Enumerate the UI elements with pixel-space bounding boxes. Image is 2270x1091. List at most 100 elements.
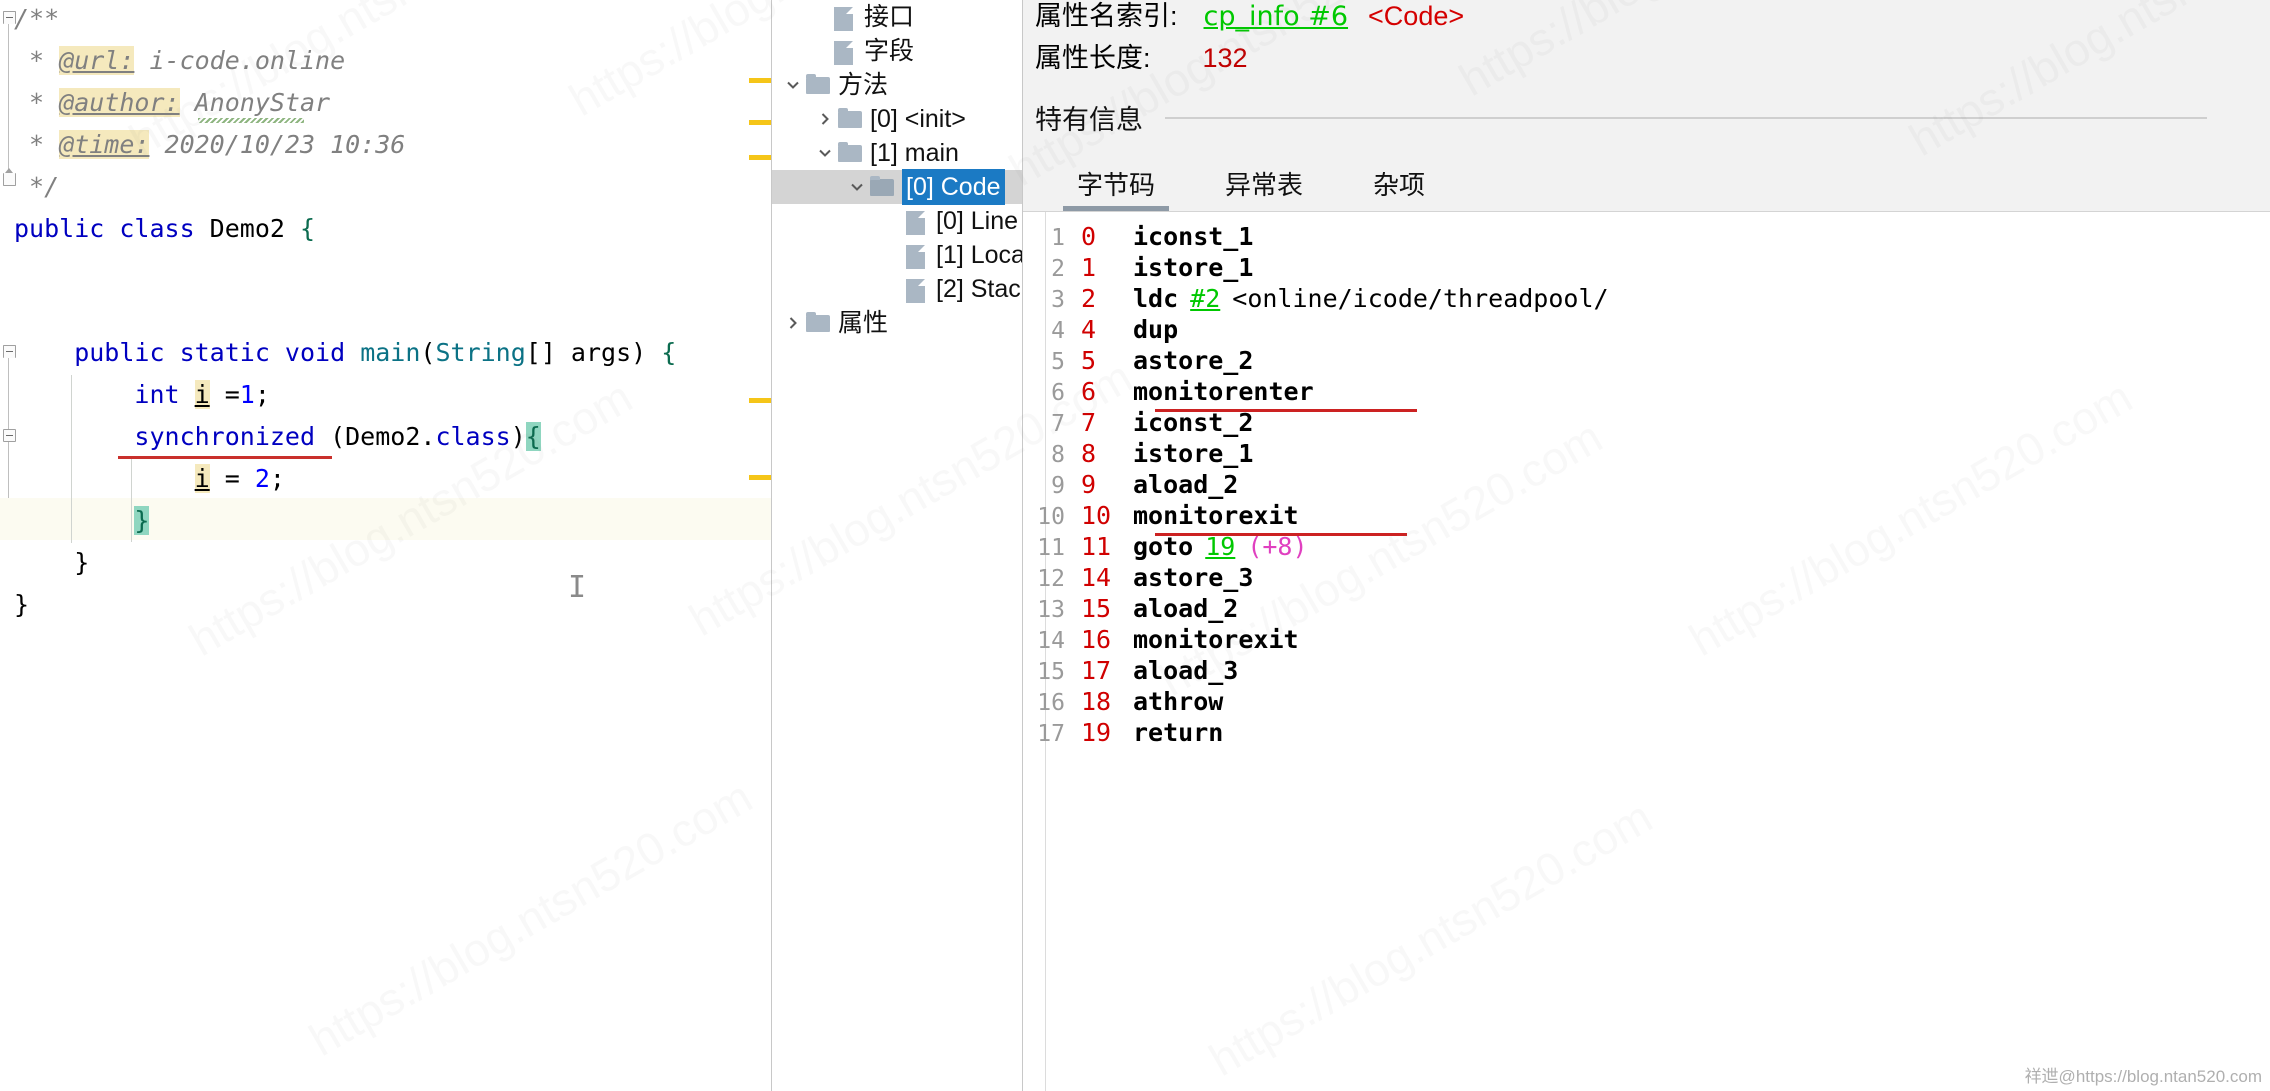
code-token: ;	[255, 380, 270, 409]
code-token: 2020/10/23 10:36	[149, 130, 405, 159]
branch-target-link[interactable]: 19	[1205, 532, 1235, 561]
bytecode-row[interactable]: 77iconst_2	[1023, 408, 2270, 439]
gutter-marker[interactable]	[749, 475, 771, 480]
code-token: class	[435, 422, 510, 451]
bytecode-row[interactable]: 1416monitorexit	[1023, 625, 2270, 656]
code-text-area[interactable]: /** * @url: i-code.online * @author: Ano…	[0, 0, 772, 1091]
bytecode-line-number: 11	[1023, 535, 1081, 561]
bytecode-line-number: 6	[1023, 380, 1081, 406]
javadoc-tag-url: @url:	[59, 46, 134, 75]
code-token: (Demo2.	[330, 422, 435, 451]
code-token: *	[14, 130, 59, 159]
code-token: =	[210, 380, 240, 409]
bytecode-offset: 5	[1081, 346, 1121, 375]
code-token: synchronized	[14, 422, 330, 451]
tab-misc[interactable]: 杂项	[1359, 165, 1439, 212]
folder-icon	[838, 109, 862, 129]
folder-icon	[806, 313, 830, 333]
bytecode-offset: 19	[1081, 718, 1121, 747]
tree-item-label: [1] Loca	[936, 238, 1023, 272]
folder-icon	[838, 143, 862, 163]
chevron-down-icon[interactable]	[844, 170, 870, 204]
matched-brace-close: }	[134, 506, 149, 535]
code-token: *	[14, 46, 59, 75]
code-line: public class Demo2 {	[14, 208, 315, 250]
bytecode-row[interactable]: 32ldc#2<online/icode/threadpool/	[1023, 284, 2270, 315]
code-token: ;	[270, 464, 285, 493]
bytecode-offset: 11	[1081, 532, 1121, 561]
bytecode-opcode: dup	[1133, 315, 1178, 344]
bytecode-row[interactable]: 1315aload_2	[1023, 594, 2270, 625]
attribute-length-value: 132	[1203, 43, 1248, 74]
bytecode-row[interactable]: 1111goto19(+8)	[1023, 532, 2270, 563]
gutter-marker[interactable]	[749, 120, 771, 125]
code-line: int i =1;	[14, 374, 270, 416]
tree-item-attributes[interactable]: 属性	[772, 306, 1022, 340]
tree-item-method-main[interactable]: [1] main	[772, 136, 1022, 170]
bytecode-row[interactable]: 21istore_1	[1023, 253, 2270, 284]
code-line: synchronized (Demo2.class){	[14, 416, 541, 458]
tree-item-label: 属性	[838, 306, 888, 340]
tab-bytecode[interactable]: 字节码	[1063, 165, 1169, 212]
bytecode-offset: 4	[1081, 315, 1121, 344]
detail-tab-bar[interactable]: 字节码 异常表 杂项	[1063, 165, 1439, 212]
gutter-marker[interactable]	[749, 155, 771, 160]
bytecode-row[interactable]: 1010monitorexit	[1023, 501, 2270, 532]
tab-exception-table[interactable]: 异常表	[1211, 165, 1317, 212]
tree-item-method-init[interactable]: [0] <init>	[772, 102, 1022, 136]
tree-item-interfaces[interactable]: 接口	[772, 0, 1022, 34]
constant-pool-link[interactable]: #2	[1190, 284, 1220, 313]
bytecode-row[interactable]: 10iconst_1	[1023, 222, 2270, 253]
code-line: /**	[14, 0, 59, 40]
tree-item-local-variable-table[interactable]: [1] Loca	[772, 238, 1022, 272]
bytecode-row[interactable]: 1517aload_3	[1023, 656, 2270, 687]
tree-item-methods[interactable]: 方法	[772, 68, 1022, 102]
bytecode-row[interactable]: 99aload_2	[1023, 470, 2270, 501]
chevron-right-icon[interactable]	[780, 306, 806, 340]
bytecode-row[interactable]: 1618athrow	[1023, 687, 2270, 718]
tree-item-label: 字段	[864, 34, 914, 68]
code-line: }	[14, 500, 149, 542]
gutter-marker[interactable]	[749, 78, 771, 83]
code-token: */	[14, 172, 59, 201]
bytecode-row[interactable]: 1214astore_3	[1023, 563, 2270, 594]
chevron-down-icon[interactable]	[780, 68, 806, 102]
bytecode-offset: 2	[1081, 284, 1121, 313]
bytecode-line-number: 4	[1023, 318, 1081, 344]
bytecode-offset: 16	[1081, 625, 1121, 654]
class-structure-tree[interactable]: 接口 字段 方法 [0] <init> [1] main	[772, 0, 1023, 1091]
tree-item-code-attribute[interactable]: [0] Code	[772, 170, 1022, 204]
section-title: 特有信息	[1035, 98, 1143, 137]
bytecode-listing[interactable]: 10iconst_1 21istore_1 32ldc#2<online/ico…	[1023, 211, 2270, 1091]
tree-item-line-number-table[interactable]: [0] Line	[772, 204, 1022, 238]
code-token	[14, 506, 134, 535]
gutter-marker[interactable]	[749, 398, 771, 403]
bytecode-row[interactable]: 1719return	[1023, 718, 2270, 749]
tree-item-fields[interactable]: 字段	[772, 34, 1022, 68]
bytecode-row[interactable]: 66monitorenter	[1023, 377, 2270, 408]
code-line: }	[14, 542, 89, 584]
bytecode-opcode: ldc	[1133, 284, 1178, 313]
bytecode-line-number: 14	[1023, 628, 1081, 654]
attribute-length-label: 属性长度:	[1035, 36, 1151, 75]
code-token: public static void	[14, 338, 360, 367]
constant-pool-link[interactable]: cp_info #6	[1204, 1, 1349, 32]
code-token: 1	[240, 380, 255, 409]
chevron-down-icon[interactable]	[812, 136, 838, 170]
bytecode-row[interactable]: 44 dup	[1023, 315, 2270, 346]
code-token: main	[360, 338, 420, 367]
bytecode-line-number: 2	[1023, 256, 1081, 282]
specific-info-section-header: 特有信息	[1035, 98, 2207, 137]
variable-i-occurrence: i	[195, 380, 210, 409]
chevron-right-icon[interactable]	[812, 102, 838, 136]
bytecode-opcode: iconst_2	[1133, 408, 1253, 437]
tree-item-stack-map-table[interactable]: [2] Stac	[772, 272, 1022, 306]
bytecode-row[interactable]: 88istore_1	[1023, 439, 2270, 470]
code-editor-panel: /** * @url: i-code.online * @author: Ano…	[0, 0, 772, 1091]
bytecode-row[interactable]: 55astore_2	[1023, 346, 2270, 377]
file-icon	[904, 245, 928, 265]
bytecode-offset: 0	[1081, 222, 1121, 251]
bytecode-line-number: 9	[1023, 473, 1081, 499]
bytecode-line-number: 15	[1023, 659, 1081, 685]
watermark-corner-credit: 祥迣@https://blog.ntan520.com	[2025, 1062, 2262, 1087]
